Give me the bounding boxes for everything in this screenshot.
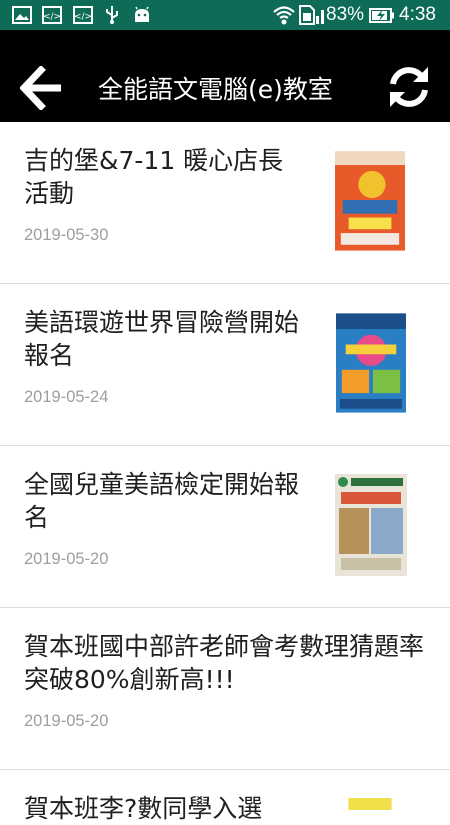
item-title: 全國兒童美語檢定開始報名 — [24, 470, 300, 532]
android-icon — [135, 6, 149, 22]
list-item[interactable]: 全國兒童美語檢定開始報名 2019-05-20 — [0, 446, 450, 608]
item-title: 吉的堡&7-11 暖心店長活動 — [24, 146, 284, 208]
code-icon: </> — [42, 6, 62, 24]
back-button[interactable] — [20, 66, 64, 110]
sim-icon — [299, 5, 315, 25]
news-list: 吉的堡&7-11 暖心店長活動 2019-05-30 美語環遊世界冒險營開始報名… — [0, 122, 450, 823]
list-item[interactable]: 賀本班李?數同學入選 — [0, 770, 450, 823]
battery-charging-icon — [369, 8, 394, 23]
list-item[interactable]: 吉的堡&7-11 暖心店長活動 2019-05-30 — [0, 122, 450, 284]
wifi-icon — [273, 6, 295, 25]
code-icon: </> — [73, 6, 93, 24]
item-date: 2019-05-24 — [24, 388, 109, 406]
item-date: 2019-05-20 — [24, 712, 109, 730]
item-title: 賀本班李?數同學入選 — [24, 794, 263, 823]
refresh-button[interactable] — [386, 64, 432, 110]
battery-percent: 83% — [326, 4, 365, 25]
poster-thumbnail — [335, 474, 407, 576]
svg-text:</>: </> — [74, 12, 92, 22]
list-item[interactable]: 賀本班國中部許老師會考數理猜題率突破80%創新高!!! 2019-05-20 — [0, 608, 450, 770]
poster-thumbnail — [336, 313, 406, 413]
image-icon — [12, 6, 32, 24]
item-title: 美語環遊世界冒險營開始報名 — [24, 308, 300, 370]
item-title: 賀本班國中部許老師會考數理猜題率突破80%創新高!!! — [24, 632, 425, 694]
arrow-left-icon — [20, 66, 61, 110]
signal-icon — [316, 10, 324, 24]
clock: 4:38 — [399, 4, 436, 25]
usb-icon — [106, 6, 118, 24]
list-item[interactable]: 美語環遊世界冒險營開始報名 2019-05-24 — [0, 284, 450, 446]
poster-thumbnail — [335, 151, 405, 251]
item-date: 2019-05-30 — [24, 226, 109, 244]
status-bar: </> </> 83% 4:38 — [0, 0, 450, 30]
page-title: 全能語文電腦(e)教室 — [98, 75, 333, 104]
svg-text:</>: </> — [43, 12, 61, 22]
item-date: 2019-05-20 — [24, 550, 109, 568]
